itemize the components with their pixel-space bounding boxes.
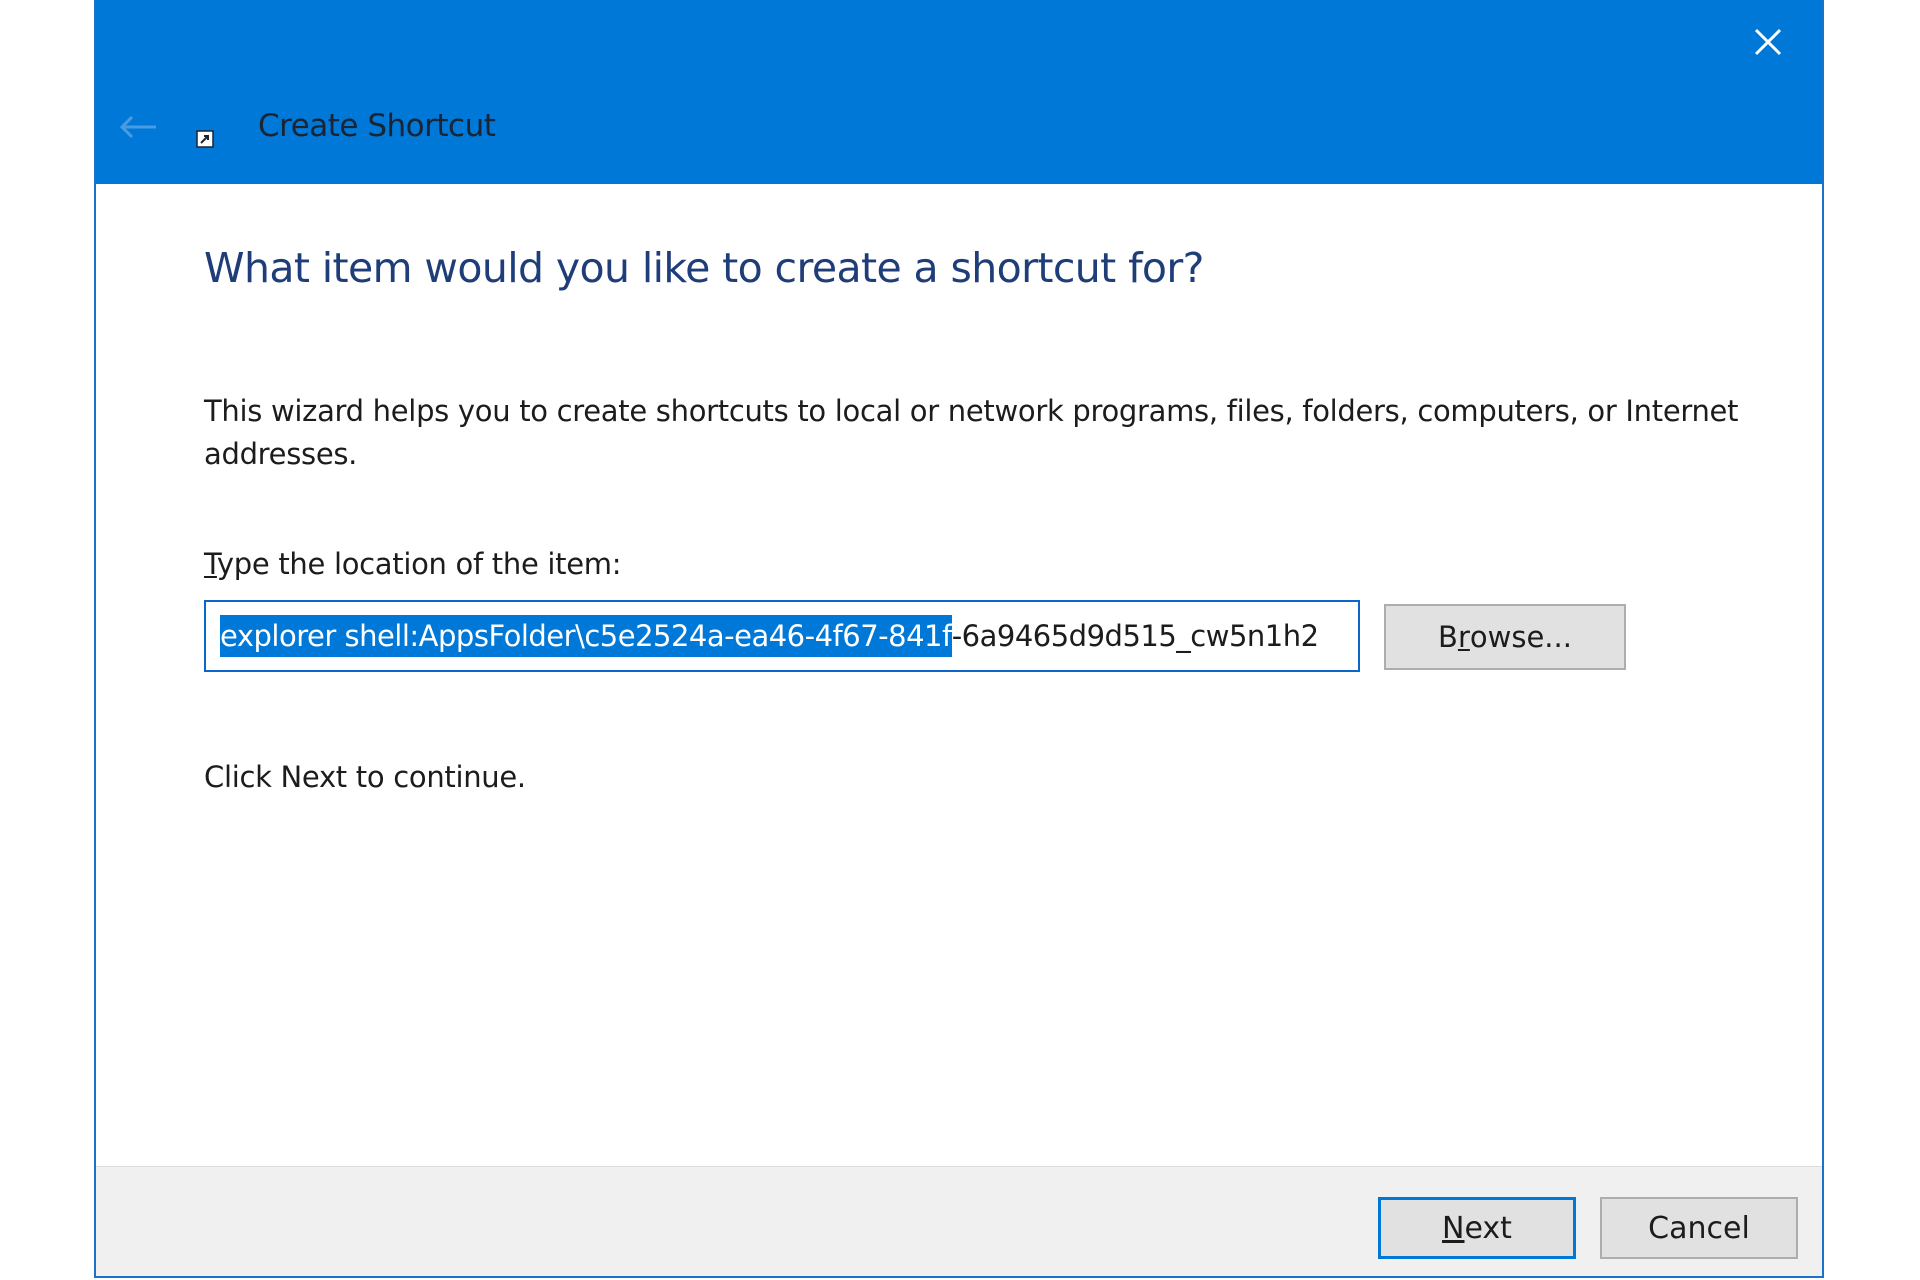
location-input[interactable]: explorer shell:AppsFolder\c5e2524a-ea46-… [204, 600, 1360, 672]
location-label-text: ype the location of the item: [216, 547, 622, 581]
back-button[interactable] [114, 103, 162, 151]
close-button[interactable] [1738, 12, 1798, 72]
close-icon [1754, 28, 1782, 56]
cancel-label: Cancel [1648, 1210, 1750, 1246]
browse-label-pre: B [1438, 620, 1458, 654]
shortcut-icon [196, 130, 214, 148]
continue-instruction: Click Next to continue. [204, 760, 526, 794]
location-input-selected-text: explorer shell:AppsFolder\c5e2524a-ea46-… [220, 615, 952, 657]
location-label-mnemonic: T [204, 547, 217, 581]
back-arrow-icon [119, 115, 156, 139]
next-label-mnemonic: N [1442, 1210, 1465, 1246]
create-shortcut-dialog: Create Shortcut What item would you like… [94, 0, 1824, 1278]
title-bar: Create Shortcut [96, 0, 1822, 184]
next-label-text: ext [1464, 1210, 1512, 1246]
wizard-description: This wizard helps you to create shortcut… [204, 394, 1739, 471]
next-button[interactable]: Next [1378, 1197, 1576, 1259]
wizard-heading: What item would you like to create a sho… [204, 244, 1204, 292]
dialog-footer: Next Cancel [96, 1166, 1822, 1276]
browse-label-post: owse... [1469, 620, 1572, 654]
location-label: Type the location of the item: [204, 547, 622, 581]
browse-button[interactable]: Br owse... [1384, 604, 1626, 670]
location-input-text: -6a9465d9d515_cw5n1h2 [951, 619, 1319, 653]
browse-label-mnemonic: r [1457, 620, 1470, 654]
cancel-button[interactable]: Cancel [1600, 1197, 1798, 1259]
window-title: Create Shortcut [258, 108, 496, 144]
